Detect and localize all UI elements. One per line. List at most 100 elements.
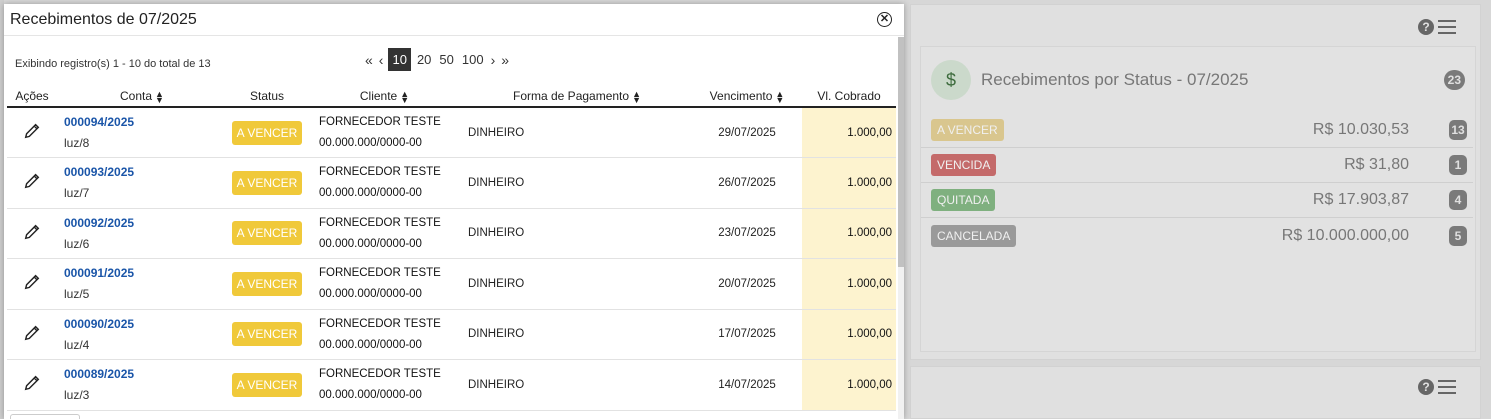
valor-cobrado: 1.000,00 [802,208,896,259]
vencimento: 29/07/2025 [718,126,776,139]
cliente-name: FORNECEDOR TESTE [319,267,441,280]
status-badge: A VENCER [231,372,303,397]
total-count-badge: 23 [1443,70,1465,90]
forma-pagamento: DINHEIRO [468,227,525,240]
conta-link[interactable]: 000092/2025 [64,213,227,234]
last-page-icon[interactable]: » [500,52,510,68]
forma-pagamento: DINHEIRO [468,328,525,341]
page-size-20[interactable]: 20 [415,49,433,70]
conta-link[interactable]: 000089/2025 [64,364,227,385]
help-icon[interactable]: ? [1418,379,1434,395]
menu-icon[interactable] [1438,20,1456,34]
sort-icon[interactable]: ▲ ▼ [775,89,784,104]
page-size-100[interactable]: 100 [460,49,486,70]
header-forma[interactable]: Forma de Pagamento ▲ ▼ [462,86,692,108]
vencimento: 23/07/2025 [718,227,776,240]
table-row: 000089/2025 luz/3 A VENCER FORNECEDOR TES… [7,359,896,410]
header-conta[interactable]: Conta ▲ ▼ [57,86,227,108]
next-page-icon[interactable]: › [490,52,497,68]
sort-icon[interactable]: ▲ ▼ [400,89,409,104]
cliente-name: FORNECEDOR TESTE [319,368,441,381]
conta-ref: luz/3 [64,388,90,403]
sort-icon[interactable]: ▲ ▼ [155,89,164,104]
header-cliente[interactable]: Cliente ▲ ▼ [307,86,462,108]
modal-title: Recebimentos de 07/2025 [10,10,197,28]
cliente-name: FORNECEDOR TESTE [319,317,441,330]
valor-cobrado: 1.000,00 [802,359,896,410]
cliente-doc: 00.000.000/0000-00 [319,389,422,402]
status-count-badge: 5 [1449,225,1467,246]
records-info: Exibindo registro(s) 1 - 10 do total de … [15,58,211,70]
status-amount: R$ 17.903,87 [1312,191,1409,208]
status-row-a-vencer[interactable]: A VENCER R$ 10.030,53 13 [921,113,1473,148]
edit-pencil-icon[interactable] [23,273,41,291]
conta-link[interactable]: 000094/2025 [64,112,227,133]
first-page-icon[interactable]: « [364,52,374,68]
status-amount: R$ 10.030,53 [1312,121,1409,138]
status-badge: A VENCER [231,221,303,246]
page-size-10[interactable]: 10 [388,48,411,71]
cliente-doc: 00.000.000/0000-00 [319,187,422,200]
pagination: « ‹ 10 20 50 100 › » [364,48,510,71]
header-acoes: Ações [7,86,57,108]
status-count-badge: 13 [1449,120,1467,140]
edit-pencil-icon[interactable] [23,122,41,140]
vencimento: 26/07/2025 [718,176,776,189]
header-conta-label: Conta [120,89,153,103]
modal-scrollbar[interactable] [898,37,904,419]
card-header: $ Recebimentos por Status - 07/2025 23 [921,47,1475,113]
valor-cobrado: 1.000,00 [802,258,896,309]
conta-ref: luz/4 [64,337,90,352]
page-size-50[interactable]: 50 [437,49,455,70]
conta-link[interactable]: 000093/2025 [64,162,227,183]
table-row: 000094/2025 luz/8 A VENCER FORNECEDOR TES… [7,107,896,158]
card-title: Recebimentos por Status - 07/2025 [981,70,1249,89]
status-pill: CANCELADA [931,224,1017,247]
close-icon[interactable]: ✕ [877,12,892,27]
table-row: 000090/2025 luz/4 A VENCER FORNECEDOR TES… [7,309,896,360]
sort-icon[interactable]: ▲ ▼ [632,89,641,104]
status-row-vencida[interactable]: VENCIDA R$ 31,80 1 [921,148,1473,183]
cliente-doc: 00.000.000/0000-00 [319,237,422,250]
cliente-doc: 00.000.000/0000-00 [319,137,422,149]
status-summary-card: $ Recebimentos por Status - 07/2025 23 A… [920,46,1476,352]
conta-link[interactable]: 000090/2025 [64,314,227,335]
footer-button[interactable] [10,414,80,419]
conta-link[interactable]: 000091/2025 [64,263,227,284]
conta-ref: luz/6 [64,236,90,251]
cliente-name: FORNECEDOR TESTE [319,116,441,128]
status-badge: A VENCER [231,271,303,296]
valor-cobrado: 1.000,00 [802,309,896,360]
modal-header: Recebimentos de 07/2025 ✕ [4,4,904,36]
dashboard-panel-2: ? [910,366,1481,419]
header-status: Status [227,86,307,108]
edit-pencil-icon[interactable] [23,223,41,241]
cliente-doc: 00.000.000/0000-00 [319,288,422,301]
vencimento: 17/07/2025 [718,328,776,341]
edit-pencil-icon[interactable] [23,172,41,190]
cliente-name: FORNECEDOR TESTE [319,166,441,179]
valor-cobrado: 1.000,00 [802,107,896,158]
vencimento: 14/07/2025 [718,378,776,391]
status-amount: R$ 10.000.000,00 [1281,226,1409,244]
conta-ref: luz/7 [64,186,90,201]
status-count-badge: 1 [1449,155,1467,175]
scrollbar-thumb[interactable] [898,37,904,267]
header-vencimento[interactable]: Vencimento ▲ ▼ [692,86,802,108]
receivables-modal: Recebimentos de 07/2025 ✕ Exibindo regis… [4,4,904,419]
help-icon[interactable]: ? [1418,19,1434,35]
status-badge: A VENCER [231,322,303,347]
edit-pencil-icon[interactable] [23,374,41,392]
status-pill: A VENCER [931,119,1004,141]
edit-pencil-icon[interactable] [23,324,41,342]
receivables-table: Ações Conta ▲ ▼ Status Cliente ▲ ▼ Forma de … [7,86,896,411]
status-pill: QUITADA [931,189,996,211]
table-row: 000092/2025 luz/6 A VENCER FORNECEDOR TES… [7,208,896,259]
status-count-badge: 4 [1449,190,1467,210]
prev-page-icon[interactable]: ‹ [378,52,385,68]
menu-icon[interactable] [1438,380,1456,394]
status-row-cancelada[interactable]: CANCELADA R$ 10.000.000,00 5 [921,218,1473,253]
panel-toolbar-2: ? [1418,379,1456,395]
status-summary-list: A VENCER R$ 10.030,53 13 VENCIDA R$ 31,8… [921,113,1475,253]
status-row-quitada[interactable]: QUITADA R$ 17.903,87 4 [921,183,1473,218]
